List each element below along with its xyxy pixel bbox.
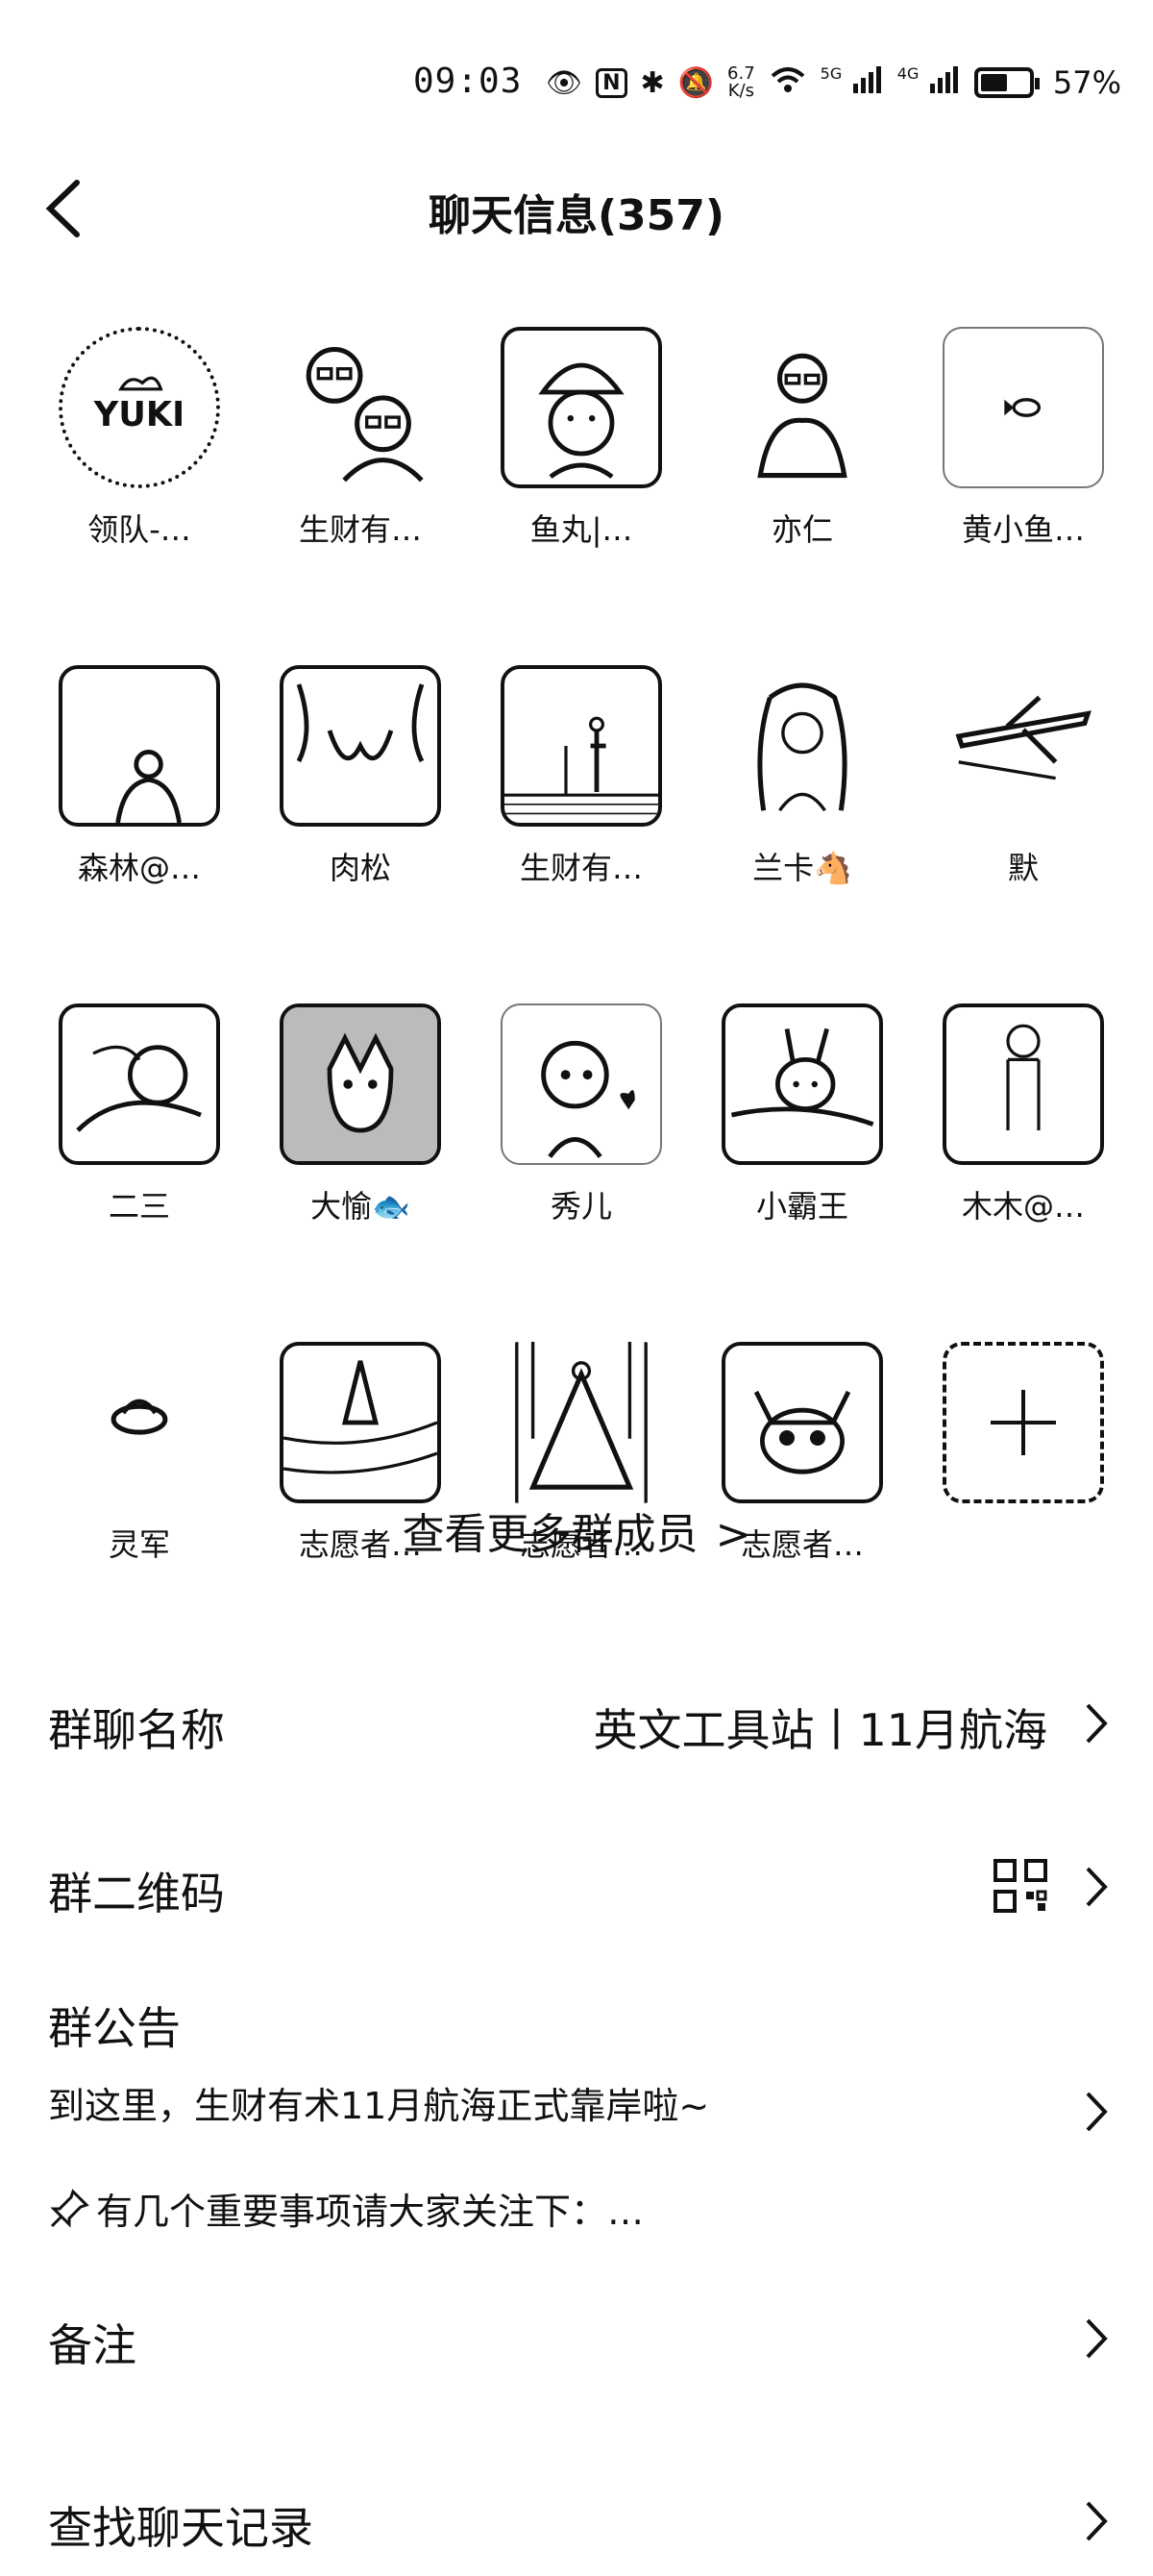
group-name-row[interactable]: 群聊名称 英文工具站丨11月航海 xyxy=(0,1663,1153,1778)
member-name: 默 xyxy=(1007,850,1039,886)
member-name: 木木@… xyxy=(961,1188,1085,1225)
remark-row[interactable]: 备注 xyxy=(0,2278,1153,2393)
add-member-button[interactable] xyxy=(943,1342,1104,1503)
avatar xyxy=(501,665,662,827)
avatar xyxy=(943,327,1104,488)
avatar xyxy=(280,1342,441,1503)
member-item[interactable]: 大愉🐟 xyxy=(250,1003,471,1226)
page-title: 聊天信息(357) xyxy=(428,191,725,240)
search-chat-history-label: 查找聊天记录 xyxy=(48,2502,313,2554)
avatar xyxy=(280,665,441,827)
member-item[interactable]: YUKI 领队-… xyxy=(29,327,250,550)
member-name: 亦仁 xyxy=(771,511,833,548)
status-bar: 09:03 👁 N ✱ 🔕 6.7 K/s 5G 4G 57% xyxy=(0,0,1153,154)
group-notice-label: 群公告 xyxy=(48,2002,181,2054)
eye-icon: 👁 xyxy=(546,65,583,100)
signal-5g-icon: 5G xyxy=(821,64,884,101)
remark-label: 备注 xyxy=(48,2319,136,2371)
group-qr-label: 群二维码 xyxy=(48,1868,225,1920)
member-item[interactable]: 黄小鱼… xyxy=(913,327,1134,550)
avatar xyxy=(722,1003,883,1165)
avatar xyxy=(943,1003,1104,1165)
avatar xyxy=(501,1003,662,1165)
bluetooth-icon: ✱ xyxy=(640,65,665,100)
member-name: 肉松 xyxy=(329,850,391,886)
battery-percent: 57% xyxy=(1052,64,1122,101)
group-name-value: 英文工具站丨11月航海 xyxy=(593,1704,1047,1756)
signal-4g-label: 4G xyxy=(896,64,920,83)
chevron-right-icon xyxy=(1086,2318,1108,2359)
signal-5g-label: 5G xyxy=(820,64,843,83)
member-item[interactable]: 兰卡🐴 xyxy=(692,665,913,888)
group-name-label: 群聊名称 xyxy=(48,1704,225,1756)
avatar xyxy=(722,1342,883,1503)
avatar xyxy=(501,327,662,488)
view-more-members-label: 查看更多群成员 xyxy=(402,1510,699,1559)
member-item[interactable]: 二三 xyxy=(29,1003,250,1226)
member-name: 黄小鱼… xyxy=(961,511,1085,548)
net-speed-unit: K/s xyxy=(727,81,754,101)
battery-icon xyxy=(973,67,1040,98)
wifi-icon xyxy=(769,62,807,103)
group-qr-row[interactable]: 群二维码 xyxy=(0,1826,1153,1942)
member-name: 兰卡🐴 xyxy=(752,850,852,886)
member-name: 秀儿 xyxy=(550,1188,612,1225)
chevron-right-icon xyxy=(1086,1703,1108,1744)
avatar: YUKI xyxy=(59,327,220,488)
member-name: 二三 xyxy=(108,1188,170,1225)
member-name: 森林@… xyxy=(77,850,201,886)
avatar xyxy=(59,665,220,827)
battery-fill xyxy=(980,74,1007,91)
member-item[interactable]: 秀儿 xyxy=(471,1003,692,1226)
member-name: 小霸王 xyxy=(755,1188,848,1225)
group-notice-row[interactable]: 群公告 到这里，生财有术11月航海正式靠岸啦~ 有几个重要事项请大家关注下：… xyxy=(0,1980,1153,2268)
net-speed: 6.7 K/s xyxy=(727,65,755,100)
status-time: 09:03 xyxy=(413,62,523,101)
chevron-right-icon: > xyxy=(715,1510,751,1559)
group-notice-line1: 到这里，生财有术11月航海正式靠岸啦~ xyxy=(48,2085,710,2127)
member-item[interactable]: 亦仁 xyxy=(692,327,913,550)
member-name: 领队-… xyxy=(87,511,191,548)
avatar xyxy=(59,1342,220,1503)
avatar xyxy=(59,1003,220,1165)
member-item[interactable]: 默 xyxy=(913,665,1134,888)
member-item[interactable]: 森林@… xyxy=(29,665,250,888)
member-name: 生财有… xyxy=(298,511,422,548)
member-item[interactable]: 小霸王 xyxy=(692,1003,913,1226)
qr-code-icon xyxy=(994,1859,1047,1913)
nav-bar: 聊天信息(357) xyxy=(0,154,1153,260)
avatar xyxy=(280,1003,441,1165)
chevron-right-icon xyxy=(1086,2501,1108,2541)
member-item[interactable]: 生财有… xyxy=(250,327,471,550)
nfc-icon: N xyxy=(596,67,627,98)
status-icons: 👁 N ✱ 🔕 6.7 K/s 5G 4G 57% xyxy=(546,58,1121,108)
member-grid: YUKI 领队-… 生财有… 鱼丸|… 亦仁 黄小鱼… 森林@… 肉松 生财有…… xyxy=(0,327,1153,1565)
pin-icon xyxy=(50,2188,89,2228)
member-item[interactable]: 生财有… xyxy=(471,665,692,888)
avatar xyxy=(722,665,883,827)
svg-text:YUKI: YUKI xyxy=(93,395,184,434)
member-item[interactable]: 木木@… xyxy=(913,1003,1134,1226)
avatar xyxy=(501,1342,662,1503)
member-item[interactable]: 肉松 xyxy=(250,665,471,888)
chevron-right-icon xyxy=(1086,1867,1108,1907)
member-item[interactable]: 鱼丸|… xyxy=(471,327,692,550)
avatar xyxy=(943,665,1104,827)
group-notice-line2: 有几个重要事项请大家关注下：… xyxy=(96,2191,645,2233)
mute-bell-icon: 🔕 xyxy=(677,65,715,100)
avatar xyxy=(280,327,441,488)
member-name: 大愉🐟 xyxy=(310,1188,410,1225)
member-section: YUKI 领队-… 生财有… 鱼丸|… 亦仁 黄小鱼… 森林@… 肉松 生财有…… xyxy=(0,327,1153,1565)
view-more-members-button[interactable]: 查看更多群成员 > xyxy=(0,1499,1153,1561)
member-name: 鱼丸|… xyxy=(529,511,633,548)
plus-icon xyxy=(991,1390,1056,1455)
avatar xyxy=(722,327,883,488)
search-chat-history-row[interactable]: 查找聊天记录 xyxy=(0,2461,1153,2576)
chevron-right-icon xyxy=(1086,2092,1108,2132)
signal-4g-icon: 4G xyxy=(897,64,961,101)
group-notice-line2-wrap: 有几个重要事项请大家关注下：… xyxy=(48,2182,644,2235)
member-name: 生财有… xyxy=(519,850,643,886)
